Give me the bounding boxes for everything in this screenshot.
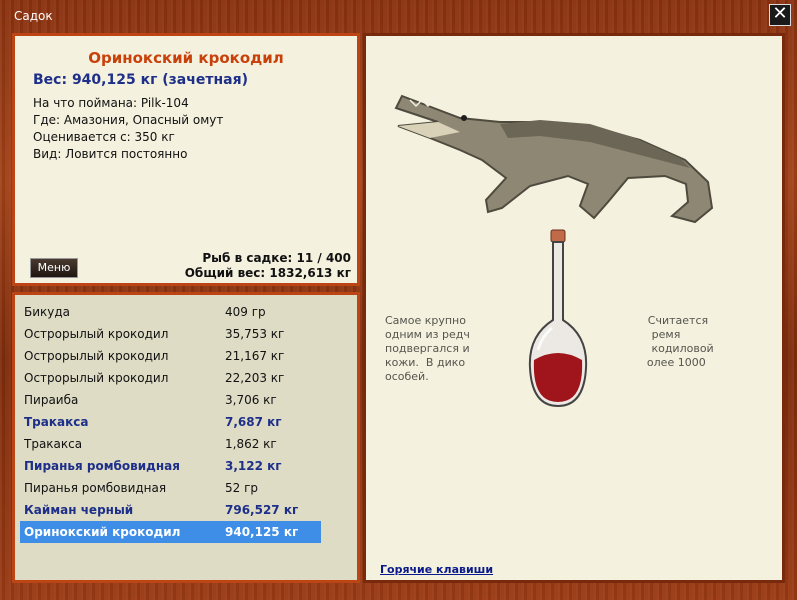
window-title: Садок (14, 9, 53, 23)
catch-name: Пираиба (24, 393, 79, 407)
catch-name: Острорылый крокодил (24, 327, 169, 341)
fish-name: Оринокский крокодил (88, 49, 284, 67)
catch-row[interactable]: Острорылый крокодил 35,753 кг (20, 323, 321, 345)
catch-name: Острорылый крокодил (24, 371, 169, 385)
catch-row[interactable]: Кайман черный 796,527 кг (20, 499, 321, 521)
catch-weight: 35,753 кг (225, 327, 285, 341)
detail-species: Вид: Ловится постоянно (33, 147, 188, 161)
catch-weight: 22,203 кг (225, 371, 285, 385)
description-line: кожи. В дико олее 1000 (385, 356, 706, 369)
catch-list: Бикуда 409 гр Острорылый крокодил 35,753 кг… (20, 301, 321, 543)
description-line: особей. (385, 370, 429, 383)
catch-row[interactable]: Острорылый крокодил 21,167 кг (20, 345, 321, 367)
catch-name: Пиранья ромбовидная (24, 459, 180, 473)
catch-row[interactable]: Пиранья ромбовидная 3,122 кг (20, 455, 321, 477)
catch-weight: 21,167 кг (225, 349, 285, 363)
keepnet-stats: Рыб в садке: 11 / 400 Общий вес: 1832,61… (185, 251, 351, 281)
catch-name: Кайман черный (24, 503, 134, 517)
description-line: Самое крупно Считается (385, 314, 709, 327)
catch-weight: 940,125 кг (225, 525, 299, 539)
fish-count: Рыб в садке: 11 / 400 (202, 251, 351, 265)
hotkeys-link[interactable]: Горячие клавиши (380, 563, 493, 576)
detail-min-weight: Оценивается с: 350 кг (33, 130, 175, 144)
fish-description: Самое крупно Считается одним из редч рем… (385, 314, 747, 384)
catch-name: Бикуда (24, 305, 71, 319)
fish-info-panel: Оринокский крокодил Вес: 940,125 кг (зач… (12, 33, 360, 286)
description-line: одним из редч ремя (385, 328, 681, 341)
catch-name: Пиранья ромбовидная (24, 481, 167, 495)
fish-preview-panel: Самое крупно Считается одним из редч рем… (363, 33, 785, 583)
catch-weight: 52 гр (225, 481, 259, 495)
catch-weight: 3,706 кг (225, 393, 277, 407)
catch-name: Тракакса (24, 415, 89, 429)
catch-name: Тракакса (24, 437, 83, 451)
catch-list-panel: Бикуда 409 гр Острорылый крокодил 35,753 кг… (12, 292, 360, 583)
catch-row[interactable]: Пиранья ромбовидная 52 гр (20, 477, 321, 499)
catch-weight: 1,862 кг (225, 437, 277, 451)
catch-weight: 409 гр (225, 305, 266, 319)
catch-weight: 3,122 кг (225, 459, 282, 473)
catch-row[interactable]: Тракакса 7,687 кг (20, 411, 321, 433)
detail-location: Где: Амазония, Опасный омут (33, 113, 224, 127)
close-button[interactable]: ✕ (769, 4, 791, 26)
catch-name: Острорылый крокодил (24, 349, 169, 363)
description-line: подвергался и кодиловой (385, 342, 714, 355)
catch-name: Оринокский крокодил (24, 525, 181, 539)
fish-details: На что поймана: Pilk-104 Где: Амазония, … (33, 95, 223, 163)
catch-weight: 7,687 кг (225, 415, 282, 429)
catch-row[interactable]: Острорылый крокодил 22,203 кг (20, 367, 321, 389)
keepnet-window: Садок ✕ Оринокский крокодил Вес: 940,125… (0, 0, 797, 600)
catch-row[interactable]: Тракакса 1,862 кг (20, 433, 321, 455)
menu-button[interactable]: Меню (30, 258, 78, 278)
fish-weight: Вес: 940,125 кг (зачетная) (33, 72, 248, 88)
catch-weight: 796,527 кг (225, 503, 299, 517)
catch-row[interactable]: Пираиба 3,706 кг (20, 389, 321, 411)
detail-bait: На что поймана: Pilk-104 (33, 96, 189, 110)
catch-row-selected[interactable]: Оринокский крокодил 940,125 кг (20, 521, 321, 543)
title-bar: Садок ✕ (0, 0, 797, 32)
crocodile-image (394, 94, 714, 224)
catch-row[interactable]: Бикуда 409 гр (20, 301, 321, 323)
total-weight: Общий вес: 1832,613 кг (184, 266, 351, 280)
